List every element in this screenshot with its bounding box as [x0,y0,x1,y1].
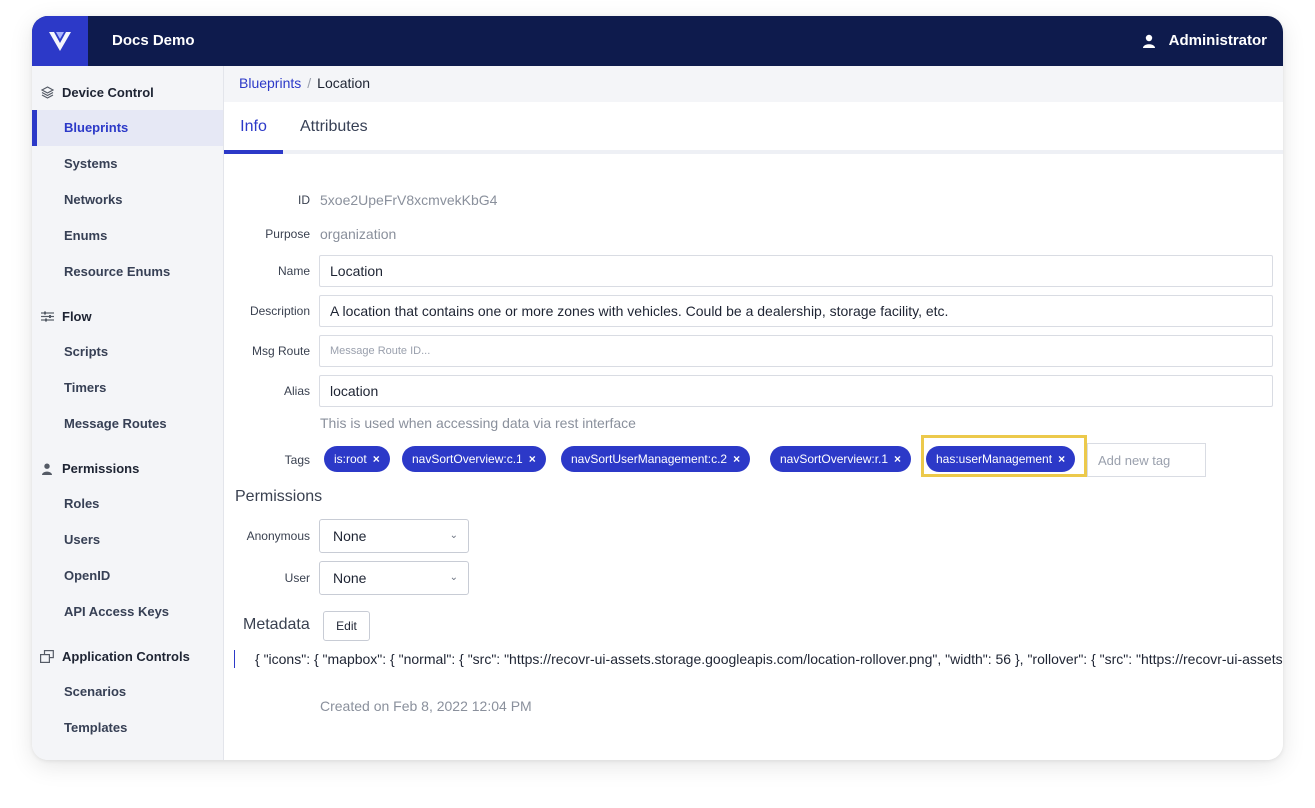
metadata-heading: Metadata [243,616,310,633]
user-select-value: None [333,570,367,586]
breadcrumb-separator: / [307,75,312,91]
tab-info[interactable]: Info [224,102,283,154]
sidebar-item-api-access-keys[interactable]: API Access Keys [32,594,223,630]
sidebar-item-blueprints[interactable]: Blueprints [32,110,223,146]
alias-help-text: This is used when accessing data via res… [320,415,636,431]
breadcrumb: Blueprints / Location [224,66,1283,102]
tag-label: is:root [334,452,367,466]
new-tag-input[interactable]: Add new tag [1087,443,1206,477]
user-icon [1142,34,1155,48]
created-timestamp: Created on Feb 8, 2022 12:04 PM [320,698,532,714]
tag-label: navSortOverview:c.1 [412,452,523,466]
anonymous-select-value: None [333,528,367,544]
tag-chip: navSortOverview:c.1 × [402,446,546,472]
purpose-value: organization [320,226,397,242]
tag-remove-button[interactable]: × [733,452,740,466]
sidebar-item-networks[interactable]: Networks [32,182,223,218]
msg-route-field[interactable]: Message Route ID... [319,335,1273,367]
sidebar-item-templates[interactable]: Templates [32,710,223,746]
breadcrumb-current: Location [317,75,371,91]
tags-label: Tags [284,453,310,467]
sidebar-item-users[interactable]: Users [32,522,223,558]
user-label: User [284,571,310,585]
tag-remove-button[interactable]: × [894,452,901,466]
sidebar-item-scripts[interactable]: Scripts [32,334,223,370]
person-icon [40,462,54,476]
id-label: ID [298,193,310,207]
alias-label: Alias [283,384,310,398]
logo[interactable] [32,16,88,66]
section-label: Permissions [62,461,140,476]
tag-chip: is:root × [324,446,390,472]
user-name: Administrator [1168,32,1267,49]
sidebar-section-device-control[interactable]: Device Control [40,85,154,100]
layers-icon [40,86,54,100]
tab-attributes[interactable]: Attributes [300,102,368,154]
metadata-edit-button[interactable]: Edit [323,611,370,641]
anonymous-label: Anonymous [246,529,310,543]
tag-highlight-box [921,435,1087,477]
sidebar-item-roles[interactable]: Roles [32,486,223,522]
sidebar-section-permissions[interactable]: Permissions [40,461,139,476]
permissions-heading: Permissions [235,488,323,505]
sidebar-item-openid[interactable]: OpenID [32,558,223,594]
main-content: Blueprints / Location Info Attributes ID 5… [224,66,1283,760]
anonymous-select[interactable]: None ⌄ [319,519,469,553]
sidebar: Device Control Blueprints Systems Networ… [32,66,224,760]
section-label: Flow [62,309,92,324]
sidebar-section-application-controls[interactable]: Application Controls [40,649,190,664]
tag-remove-button[interactable]: × [373,452,380,466]
msg-route-label: Msg Route [251,344,310,358]
tag-chip: navSortUserManagement:c.2 × [561,446,751,472]
app-window: Docs Demo Administrator Device Control B… [32,16,1283,760]
name-field[interactable]: Location [319,255,1273,287]
sidebar-item-resource-enums[interactable]: Resource Enums [32,254,223,290]
tag-chip: navSortOverview:r.1 × [770,446,912,472]
app-title: Docs Demo [112,32,195,49]
windows-icon [40,650,54,664]
tab-bar: Info Attributes [224,102,1283,154]
user-select[interactable]: None ⌄ [319,561,469,595]
sidebar-section-flow[interactable]: Flow [40,309,92,324]
tag-label: navSortOverview:r.1 [780,452,889,466]
chevron-down-icon: ⌄ [449,572,458,583]
description-field[interactable]: A location that contains one or more zon… [319,295,1273,327]
id-value: 5xoe2UpeFrV8xcmvekKbG4 [320,192,498,208]
sliders-icon [40,310,54,324]
sidebar-item-scenarios[interactable]: Scenarios [32,674,223,710]
tag-label: navSortUserManagement:c.2 [571,452,728,466]
description-label: Description [249,304,310,318]
sidebar-item-message-routes[interactable]: Message Routes [32,406,223,442]
alias-field[interactable]: location [319,375,1273,407]
metadata-json[interactable]: { "icons": { "mapbox": { "normal": { "sr… [234,650,1283,668]
tag-remove-button[interactable]: × [529,452,536,466]
top-bar: Docs Demo Administrator [32,16,1283,66]
user-menu[interactable]: Administrator [1142,32,1267,49]
section-label: Device Control [62,85,154,100]
sidebar-item-timers[interactable]: Timers [32,370,223,406]
breadcrumb-link-blueprints[interactable]: Blueprints [239,75,301,91]
name-label: Name [277,264,310,278]
section-label: Application Controls [62,649,190,664]
purpose-label: Purpose [265,227,310,241]
sidebar-item-systems[interactable]: Systems [32,146,223,182]
sidebar-item-enums[interactable]: Enums [32,218,223,254]
chevron-down-icon: ⌄ [449,530,458,541]
logo-v-icon [49,32,71,51]
